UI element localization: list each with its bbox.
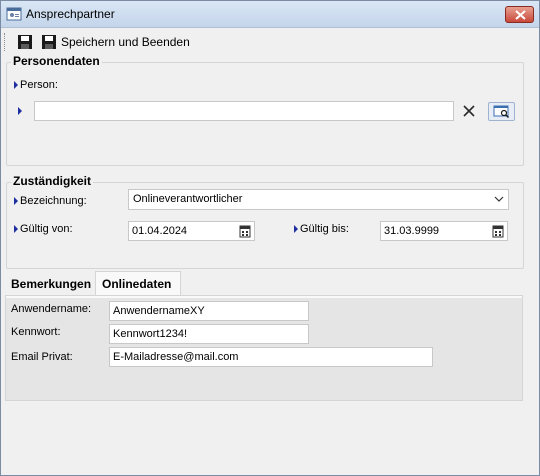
- window-title: Ansprechpartner: [26, 7, 115, 21]
- app-icon: [6, 7, 22, 21]
- toolbar: Speichern und Beenden: [1, 29, 539, 55]
- gueltig-bis-label: Gültig bis:: [300, 223, 349, 235]
- field-marker-icon: [14, 225, 18, 233]
- email-privat-label: Email Privat:: [11, 351, 73, 363]
- calendar-icon[interactable]: [491, 224, 505, 238]
- kennwort-label: Kennwort:: [11, 326, 61, 338]
- search-window-icon: [493, 105, 510, 119]
- save-close-button[interactable]: Speichern und Beenden: [61, 35, 190, 49]
- gueltig-bis-value: 31.03.9999: [384, 225, 440, 237]
- field-marker-icon: [14, 81, 18, 89]
- field-marker-icon: [14, 197, 18, 205]
- personendaten-title: Personendaten: [11, 54, 102, 68]
- zustaendigkeit-title: Zuständigkeit: [11, 174, 94, 188]
- bezeichnung-value: Onlineverantwortlicher: [133, 193, 243, 205]
- anwendername-input[interactable]: AnwendernameXY: [109, 301, 309, 321]
- bezeichnung-label: Bezeichnung:: [20, 195, 87, 207]
- calendar-icon[interactable]: [238, 224, 252, 238]
- person-label: Person:: [20, 79, 58, 91]
- ansprechpartner-window: Ansprechpartner Speichern und Beenden Pe…: [0, 0, 540, 476]
- window-close-button[interactable]: [505, 6, 534, 23]
- email-privat-input[interactable]: E-Mailadresse@mail.com: [109, 347, 433, 367]
- clear-person-button[interactable]: [461, 103, 477, 119]
- tab-onlinedaten[interactable]: Onlinedaten: [95, 271, 181, 296]
- field-marker-icon: [18, 107, 22, 115]
- gueltig-von-value: 01.04.2024: [132, 225, 188, 237]
- panel-top-edge: [6, 296, 522, 298]
- gueltig-von-label: Gültig von:: [20, 223, 73, 235]
- field-marker-icon: [294, 225, 298, 233]
- gueltig-bis-input[interactable]: 31.03.9999: [380, 221, 508, 241]
- save-close-icon[interactable]: [41, 34, 57, 50]
- close-icon: [515, 10, 526, 20]
- kennwort-input[interactable]: Kennwort1234!: [109, 324, 309, 344]
- chevron-down-icon: [494, 196, 504, 202]
- toolbar-grip[interactable]: [4, 33, 7, 51]
- save-icon[interactable]: [17, 34, 33, 50]
- anwendername-label: Anwendername:: [11, 303, 92, 315]
- tab-bemerkungen[interactable]: Bemerkungen: [5, 273, 95, 296]
- gueltig-von-input[interactable]: 01.04.2024: [128, 221, 255, 241]
- title-bar: Ansprechpartner: [1, 1, 539, 28]
- person-input[interactable]: [34, 101, 454, 121]
- bezeichnung-select[interactable]: Onlineverantwortlicher: [128, 189, 509, 210]
- lookup-person-button[interactable]: [488, 102, 515, 121]
- close-x-icon: [463, 105, 475, 117]
